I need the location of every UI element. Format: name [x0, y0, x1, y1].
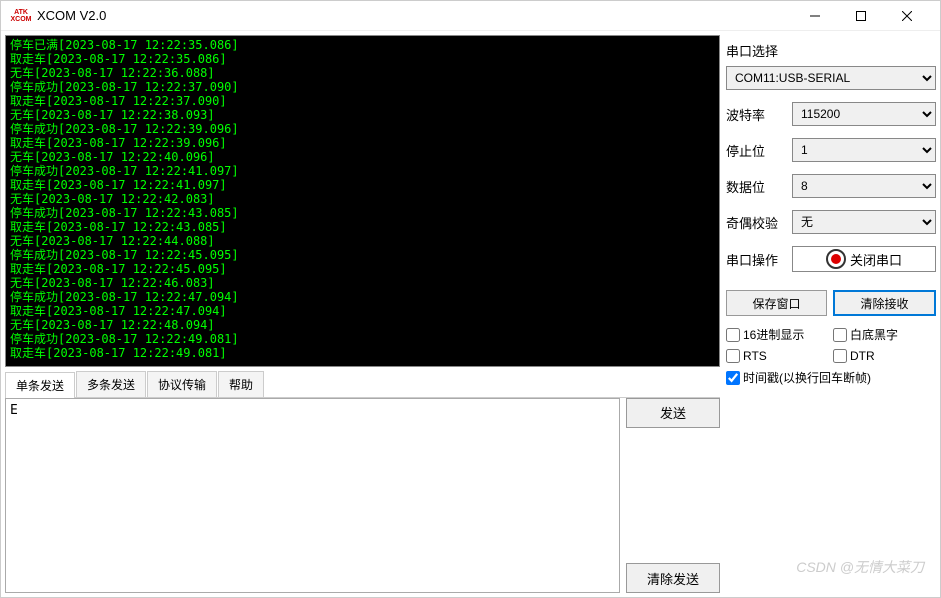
send-input[interactable] [5, 398, 620, 593]
tab-single-send[interactable]: 单条发送 [5, 372, 75, 398]
send-tabs: 单条发送 多条发送 协议传输 帮助 [5, 371, 720, 398]
dtr-check[interactable]: DTR [833, 349, 936, 363]
save-window-button[interactable]: 保存窗口 [726, 290, 827, 316]
tab-protocol[interactable]: 协议传输 [147, 371, 217, 397]
terminal-output[interactable]: 停车已满[2023-08-17 12:22:35.086]取走车[2023-08… [5, 35, 720, 367]
app-icon: ATKXCOM [11, 6, 31, 26]
close-button[interactable] [884, 1, 930, 31]
tab-multi-send[interactable]: 多条发送 [76, 371, 146, 397]
baud-label: 波特率 [726, 105, 786, 124]
clear-receive-button[interactable]: 清除接收 [833, 290, 936, 316]
parity-label: 奇偶校验 [726, 213, 786, 232]
white-bg-check[interactable]: 白底黑字 [833, 326, 936, 343]
databit-select[interactable]: 8 [792, 174, 936, 198]
data-label: 数据位 [726, 177, 786, 196]
record-icon [826, 249, 846, 269]
close-port-label: 关闭串口 [850, 250, 902, 269]
hex-display-check[interactable]: 16进制显示 [726, 326, 829, 343]
baud-select[interactable]: 115200 [792, 102, 936, 126]
clear-send-button[interactable]: 清除发送 [626, 563, 720, 593]
port-op-label: 串口操作 [726, 250, 786, 269]
send-button[interactable]: 发送 [626, 398, 720, 428]
timestamp-check[interactable]: 时间戳(以换行回车断帧) [726, 369, 936, 386]
parity-select[interactable]: 无 [792, 210, 936, 234]
stop-label: 停止位 [726, 141, 786, 160]
titlebar: ATKXCOM XCOM V2.0 [1, 1, 940, 31]
tab-help[interactable]: 帮助 [218, 371, 264, 397]
rts-check[interactable]: RTS [726, 349, 829, 363]
minimize-button[interactable] [792, 1, 838, 31]
maximize-button[interactable] [838, 1, 884, 31]
app-title: XCOM V2.0 [37, 8, 106, 23]
port-section-title: 串口选择 [726, 41, 936, 60]
stopbit-select[interactable]: 1 [792, 138, 936, 162]
port-select[interactable]: COM11:USB-SERIAL [726, 66, 936, 90]
close-port-button[interactable]: 关闭串口 [792, 246, 936, 272]
